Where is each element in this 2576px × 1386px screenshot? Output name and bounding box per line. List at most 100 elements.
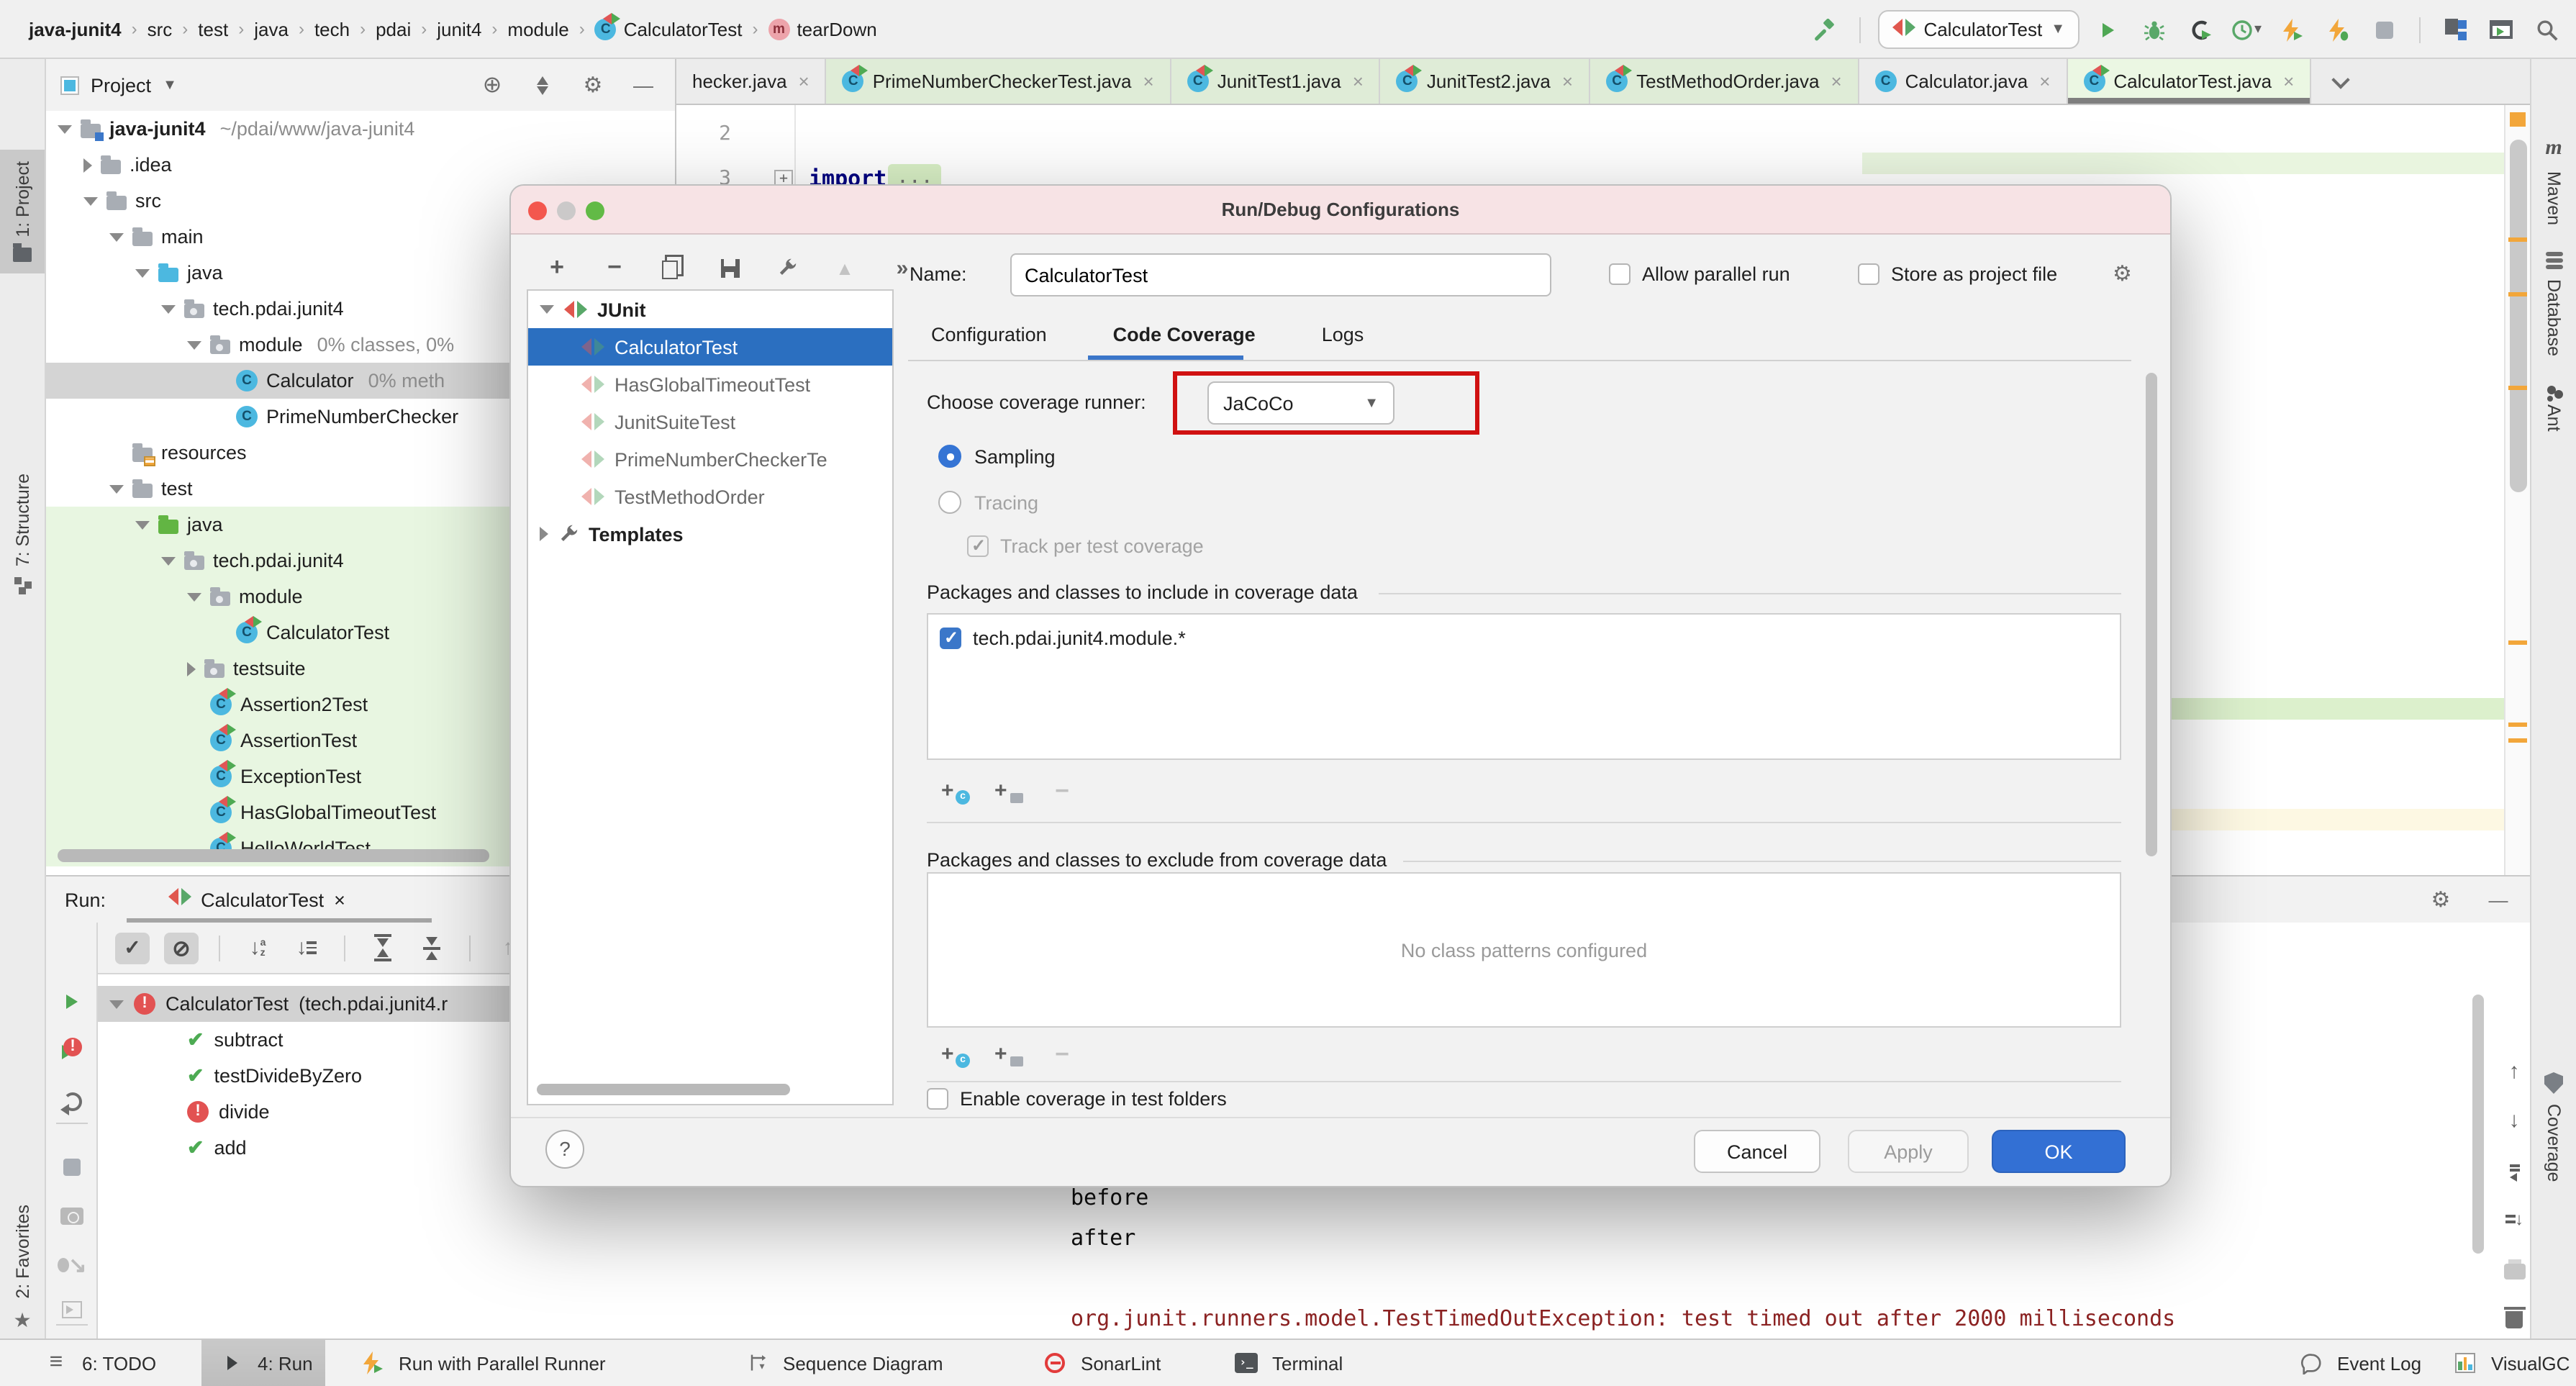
chevron-expanded-icon[interactable] <box>161 556 176 565</box>
chevron-expanded-icon[interactable] <box>109 484 124 493</box>
breadcrumb-item[interactable]: junit4 <box>437 18 481 40</box>
sequence-icon[interactable] <box>740 1347 774 1379</box>
status-button-event-log[interactable]: Event Log <box>2281 1340 2434 1386</box>
close-icon[interactable]: × <box>1562 71 1573 92</box>
chevron-expanded-icon[interactable] <box>187 592 201 601</box>
chevron-right-icon[interactable] <box>540 527 548 541</box>
collapse-all-header-icon[interactable] <box>525 69 560 101</box>
chevron-expanded-icon[interactable] <box>58 124 72 133</box>
editor-scrollbar-thumb[interactable] <box>2509 140 2526 492</box>
search-icon[interactable] <box>2530 14 2564 45</box>
breadcrumb-item[interactable]: test <box>198 18 228 40</box>
status-button-visualgc[interactable]: VisualGC <box>2435 1340 2576 1386</box>
clear-icon[interactable] <box>2497 1301 2531 1333</box>
terminal-icon[interactable]: ›_ <box>1229 1347 1264 1379</box>
chevron-down-icon[interactable]: ▼ <box>163 77 177 93</box>
editor-error-stripe[interactable] <box>2504 105 2530 875</box>
add-class-icon[interactable]: +c <box>938 775 973 807</box>
ok-button[interactable]: OK <box>1992 1130 2126 1173</box>
down-icon[interactable]: ↓ <box>2497 1104 2531 1136</box>
parallel-debug-icon[interactable] <box>2321 14 2356 45</box>
expand-all-icon[interactable] <box>366 932 400 964</box>
editor-tab[interactable]: CPrimeNumberCheckerTest.java× <box>827 59 1171 104</box>
stripe-button-ant[interactable]: Ant <box>2531 374 2576 443</box>
editor-tab[interactable]: CTestMethodOrder.java× <box>1590 59 1859 104</box>
cancel-button[interactable]: Cancel <box>1694 1130 1820 1173</box>
move-up-icon[interactable]: ▲ <box>827 252 862 284</box>
include-patterns-list[interactable]: tech.pdai.junit4.module.* <box>927 613 2121 760</box>
store-as-project-file-checkbox[interactable]: Store as project file <box>1858 263 2057 285</box>
chevron-expanded-icon[interactable] <box>135 520 150 529</box>
config-tree-row[interactable]: TestMethodOrder <box>528 478 892 515</box>
config-tree-row[interactable]: HasGlobalTimeoutTest <box>528 366 892 403</box>
add-package-icon[interactable]: + <box>992 1038 1026 1070</box>
breadcrumb-item[interactable]: module <box>507 18 568 40</box>
chevron-expanded-icon[interactable] <box>135 268 150 277</box>
run-icon[interactable] <box>2091 14 2126 45</box>
close-icon[interactable]: × <box>1143 71 1154 92</box>
show-passed-icon[interactable]: ✓ <box>115 932 150 964</box>
add-package-icon[interactable]: + <box>992 775 1026 807</box>
add-icon[interactable]: + <box>540 252 574 284</box>
remove-icon[interactable]: − <box>597 252 632 284</box>
stop-icon[interactable] <box>55 1151 89 1183</box>
configurations-tree-hscrollbar[interactable] <box>537 1084 790 1095</box>
stripe-button-database[interactable]: Database <box>2531 240 2576 368</box>
structure-view-icon[interactable] <box>2438 14 2472 45</box>
collapse-all-icon[interactable] <box>414 932 449 964</box>
config-tree-row[interactable]: JUnit <box>528 291 892 328</box>
chevron-expanded-icon[interactable] <box>83 196 98 205</box>
chevron-right-icon[interactable] <box>83 158 92 172</box>
tracing-radio[interactable]: Tracing <box>938 491 1038 514</box>
run-small-icon[interactable] <box>214 1347 249 1379</box>
checkbox-icon[interactable] <box>927 1088 948 1110</box>
tabs-list-chevron-icon[interactable] <box>2332 71 2350 89</box>
close-icon[interactable]: × <box>334 889 345 910</box>
import-results-icon[interactable] <box>55 1294 89 1326</box>
minimize-window-button[interactable] <box>557 201 576 219</box>
enable-coverage-test-folders-checkbox[interactable]: Enable coverage in test folders <box>927 1088 1227 1110</box>
include-pattern-row[interactable]: tech.pdai.junit4.module.* <box>928 615 2120 649</box>
scroll-end-icon[interactable]: ↓ <box>2497 1203 2531 1235</box>
profiler-icon[interactable]: ▾ <box>2229 14 2264 45</box>
tab-configuration[interactable]: Configuration <box>931 324 1047 345</box>
run-tab[interactable]: CalculatorTest × <box>168 888 345 911</box>
stripe-button-structure[interactable]: 7: Structure <box>0 462 45 605</box>
close-icon[interactable]: × <box>1831 71 1841 92</box>
debug-icon[interactable] <box>2137 14 2172 45</box>
stripe-button-favorites[interactable]: 2: Favorites★ <box>0 1193 45 1345</box>
close-icon[interactable]: × <box>1353 71 1364 92</box>
event-log-icon[interactable] <box>2294 1347 2328 1379</box>
sort-alpha-icon[interactable]: ↓az <box>240 932 275 964</box>
up-icon[interactable]: ↑ <box>2497 1055 2531 1087</box>
chevron-expanded-icon[interactable] <box>109 232 124 241</box>
checkbox-icon[interactable] <box>940 628 961 649</box>
dump-threads-icon[interactable] <box>55 1200 89 1232</box>
edit-defaults-icon[interactable] <box>770 252 804 284</box>
save-icon[interactable] <box>712 252 747 284</box>
breadcrumb-item[interactable]: java <box>254 18 289 40</box>
project-panel-title[interactable]: Project <box>91 74 151 96</box>
breadcrumb-item[interactable]: src <box>148 18 173 40</box>
coverage-rerun-icon[interactable]: ↘ <box>55 1249 89 1281</box>
config-tree-row[interactable]: Templates <box>528 515 892 553</box>
auto-test-icon[interactable] <box>55 1085 89 1117</box>
radio-icon[interactable] <box>938 491 961 514</box>
chevron-expanded-icon[interactable] <box>161 304 176 313</box>
close-icon[interactable]: × <box>2039 71 2050 92</box>
sonarlint-icon[interactable] <box>1038 1347 1072 1379</box>
exclude-patterns-list[interactable]: No class patterns configured <box>927 872 2121 1028</box>
sort-duration-icon[interactable]: ↓ <box>289 932 324 964</box>
chevron-expanded-icon[interactable] <box>187 340 201 349</box>
run-window-icon[interactable] <box>2484 14 2518 45</box>
print-icon[interactable] <box>2497 1254 2531 1285</box>
tree-row[interactable]: java-junit4~/pdai/www/java-junit4 <box>46 111 676 147</box>
status-button-sequence-diagram[interactable]: Sequence Diagram <box>727 1340 956 1386</box>
checkbox-icon[interactable] <box>967 535 989 557</box>
run-coverage-icon[interactable] <box>2183 14 2218 45</box>
editor-tab[interactable]: CJunitTest1.java× <box>1171 59 1381 104</box>
console-scrollbar-thumb[interactable] <box>2472 995 2484 1254</box>
config-tree-row[interactable]: CalculatorTest <box>528 328 892 366</box>
chevron-right-icon[interactable] <box>187 661 196 676</box>
editor-tab[interactable]: CCalculatorTest.java× <box>2067 59 2311 104</box>
